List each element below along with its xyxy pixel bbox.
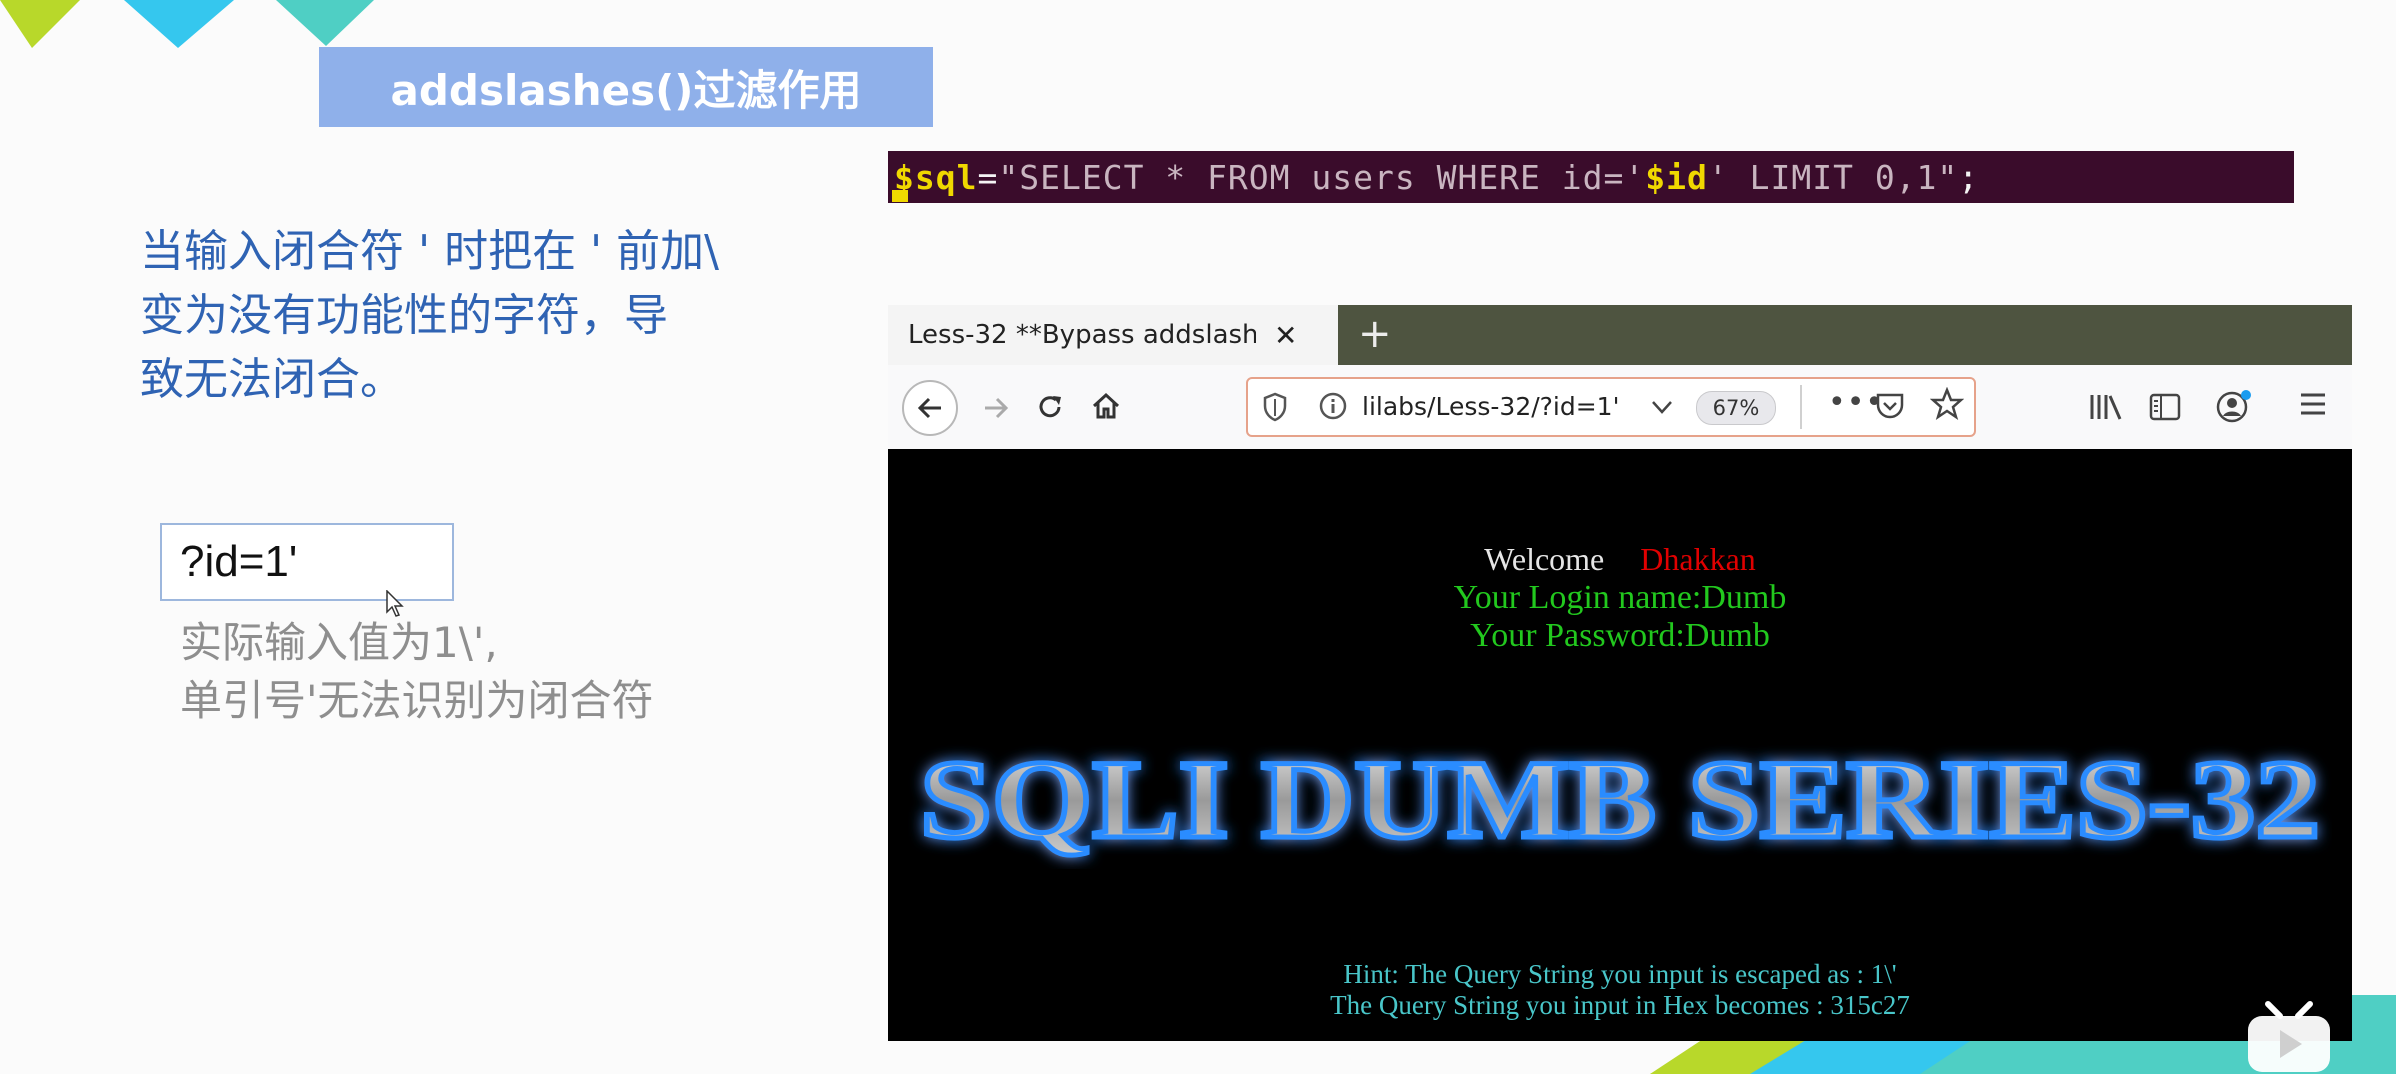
sql-assign: = [977, 157, 999, 197]
explanation-line: 致无法闭合。 [140, 354, 404, 405]
url-divider [1800, 385, 1802, 429]
pocket-icon[interactable] [1874, 391, 1906, 421]
explanation-text: 当输入闭合符 ' 时把在 ' 前加\ 变为没有功能性的字符，导 致无法闭合。 [140, 220, 800, 412]
welcome-label: Welcome [1484, 541, 1605, 577]
hint-escaped: Hint: The Query String you input is esca… [1343, 959, 1897, 989]
forward-button[interactable] [976, 385, 1016, 431]
welcome-name: Dhakkan [1640, 541, 1756, 577]
input-demo-box[interactable]: ?id=1' [160, 523, 454, 601]
close-tab-icon[interactable]: ✕ [1274, 319, 1297, 352]
info-icon[interactable] [1318, 391, 1348, 421]
hamburger-menu-icon[interactable] [2298, 389, 2328, 419]
zoom-level-badge[interactable]: 67% [1696, 391, 1776, 425]
home-icon [1092, 392, 1120, 419]
reload-button[interactable] [1030, 385, 1070, 431]
tab-title: Less-32 **Bypass addslashe [908, 320, 1256, 350]
sidebar-icon[interactable] [2148, 391, 2182, 423]
star-icon[interactable] [1930, 387, 1964, 421]
tab-bar: Less-32 **Bypass addslashe ✕ + [888, 305, 2352, 365]
welcome-line: Welcome Dhakkan [888, 541, 2352, 578]
sql-code-line: $sql = "SELECT * FROM users WHERE id=' $id '… [888, 151, 2294, 203]
explanation-line: 当输入闭合符 ' 时把在 ' 前加\ [140, 226, 719, 277]
text-cursor [892, 190, 908, 202]
login-name: Your Login name:Dumb [1453, 579, 1787, 616]
account-icon[interactable] [2214, 387, 2254, 427]
sql-string-end: ' LIMIT 0,1" [1707, 157, 1959, 197]
back-arrow-icon [917, 397, 941, 419]
note-line: 单引号'无法识别为闭合符 [180, 676, 654, 725]
hint-hex: The Query String you input in Hex become… [1330, 990, 1910, 1020]
sql-string-start: "SELECT * FROM users WHERE id=' [998, 157, 1646, 197]
note-text: 实际输入值为1\', 单引号'无法识别为闭合符 [180, 614, 654, 730]
login-password: Your Password:Dumb [1470, 617, 1770, 654]
explanation-line: 变为没有功能性的字符，导 [140, 290, 668, 341]
bilibili-logo [2248, 1001, 2330, 1072]
url-bar[interactable]: lilabs/Less-32/?id=1' 67% ••• [1246, 377, 1976, 437]
page-content: Welcome Dhakkan Your Login name:Dumb Your… [888, 449, 2352, 1041]
browser-window: Less-32 **Bypass addslashe ✕ + lilabs/Le… [888, 305, 2352, 1041]
browser-tab[interactable]: Less-32 **Bypass addslashe ✕ [888, 305, 1338, 365]
shield-icon[interactable] [1262, 391, 1288, 423]
new-tab-button[interactable]: + [1358, 311, 1392, 357]
url-text[interactable]: lilabs/Less-32/?id=1' [1362, 392, 1619, 421]
sql-id-variable: $id [1645, 157, 1708, 197]
home-button[interactable] [1084, 383, 1128, 429]
chevron-down-icon[interactable] [1648, 393, 1676, 421]
library-icon[interactable] [2088, 391, 2124, 423]
series-logo-text: SQLI DUMB SERIES-32 [920, 739, 2320, 862]
sql-terminator: ; [1958, 157, 1980, 197]
forward-arrow-icon [985, 397, 1009, 419]
note-line: 实际输入值为1\', [180, 618, 498, 667]
navigation-toolbar: lilabs/Less-32/?id=1' 67% ••• [888, 365, 2352, 450]
series-logo: SQLI DUMB SERIES-32 [918, 739, 2323, 865]
slide-title: addslashes()过滤作用 [319, 47, 933, 127]
reload-icon [1039, 396, 1061, 418]
back-button[interactable] [902, 380, 958, 436]
